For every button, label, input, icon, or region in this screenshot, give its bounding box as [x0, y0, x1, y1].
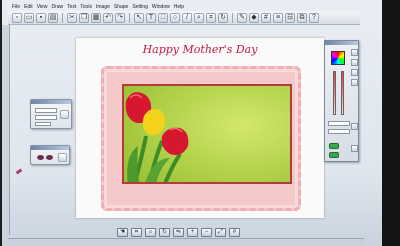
paste-icon[interactable]: ▦	[91, 12, 101, 23]
fill-option-icon[interactable]	[351, 69, 358, 76]
shape-tool-icon[interactable]: □	[158, 12, 168, 23]
pointer-icon[interactable]: ↖	[134, 12, 144, 23]
property-field-2[interactable]	[35, 115, 57, 120]
ok-button[interactable]	[329, 143, 339, 149]
color-picker-swatch[interactable]	[331, 51, 345, 65]
panel-apply-icon[interactable]	[60, 110, 69, 119]
reset-icon[interactable]	[351, 123, 358, 130]
save-icon[interactable]: ▪	[36, 12, 46, 23]
panel-title-bar[interactable]	[31, 146, 69, 150]
eye-icon	[37, 155, 44, 160]
color-tool-icon[interactable]	[351, 49, 358, 56]
rotate-icon[interactable]: ↻	[218, 12, 228, 23]
color-value-field-1[interactable]	[328, 121, 350, 126]
properties-panel	[30, 99, 72, 129]
toolbar-separator	[129, 12, 130, 23]
apply-button[interactable]	[329, 152, 339, 158]
property-field-1[interactable]	[35, 108, 57, 113]
panel-title-bar[interactable]	[325, 41, 358, 45]
copy-icon[interactable]: ❐	[79, 12, 89, 23]
menu-setting[interactable]: Setting	[132, 4, 148, 11]
menu-help[interactable]: Help	[174, 4, 184, 11]
layers-icon[interactable]: ≡	[273, 12, 283, 23]
menu-text[interactable]: Text	[67, 4, 76, 11]
text-tool-icon[interactable]: T	[146, 12, 156, 23]
grid-toggle-icon[interactable]: #	[229, 227, 240, 237]
line-tool-icon[interactable]: /	[182, 12, 192, 23]
zoom-out-icon[interactable]: −	[201, 227, 212, 237]
brightness-icon[interactable]: ☼	[145, 227, 156, 237]
menu-bar: File Edit View Draw Text Tools Image Sha…	[8, 4, 238, 11]
fit-page-icon[interactable]: ⤢	[215, 227, 226, 237]
gradient-tool-icon[interactable]	[351, 59, 358, 66]
pen-tool-icon[interactable]: ✎	[237, 12, 247, 23]
help-icon[interactable]: ?	[309, 12, 319, 23]
color-value-field-2[interactable]	[328, 129, 350, 134]
eye-icon	[46, 155, 53, 160]
undo-icon[interactable]: ↶	[103, 12, 113, 23]
property-field-3[interactable]	[35, 122, 51, 126]
menu-image[interactable]: Image	[96, 4, 110, 11]
menu-window[interactable]: Window	[152, 4, 170, 11]
tulip-illustration	[124, 86, 290, 182]
left-ruler	[2, 25, 10, 235]
open-folder-icon[interactable]: ▭	[24, 12, 34, 23]
fill-tool-icon[interactable]: ◆	[249, 12, 259, 23]
grid-icon[interactable]: #	[261, 12, 271, 23]
menu-tools[interactable]: Tools	[80, 4, 92, 11]
menu-draw[interactable]: Draw	[51, 4, 63, 11]
alpha-slider[interactable]	[341, 71, 344, 115]
menu-shape[interactable]: Shape	[114, 4, 128, 11]
close-icon[interactable]	[351, 145, 358, 152]
menu-file[interactable]: File	[12, 4, 20, 11]
status-bar	[8, 238, 364, 246]
tulip-photo[interactable]	[122, 84, 292, 184]
preview-panel	[30, 145, 70, 165]
photo-frame[interactable]	[101, 66, 301, 211]
toolbar-separator	[232, 12, 233, 23]
new-file-icon[interactable]: ▫	[12, 12, 22, 23]
brush-icon[interactable]	[15, 168, 23, 175]
crop-icon[interactable]: ⌗	[131, 227, 142, 237]
group-icon[interactable]: ⧉	[297, 12, 307, 23]
menu-edit[interactable]: Edit	[24, 4, 33, 11]
bottom-toolbar: ☚ ⌗ ☼ ↻ ⇋ + − ⤢ #	[117, 226, 267, 238]
crop-icon[interactable]: ⌗	[206, 12, 216, 23]
red-slider[interactable]	[333, 71, 336, 115]
align-icon[interactable]: ⊟	[285, 12, 295, 23]
color-panel	[324, 40, 359, 162]
panel-title-bar[interactable]	[31, 100, 71, 104]
page-title[interactable]: Happy Mother's Day	[76, 43, 324, 56]
zoom-in-icon[interactable]: +	[187, 227, 198, 237]
preview-toggle-icon[interactable]	[58, 153, 67, 162]
ellipse-tool-icon[interactable]: ○	[170, 12, 180, 23]
canvas-page[interactable]: Happy Mother's Day	[76, 38, 324, 218]
print-icon[interactable]: ▤	[48, 12, 58, 23]
redo-icon[interactable]: ↷	[115, 12, 125, 23]
toolbar: ▫ ▭ ▪ ▤ ✂ ❐ ▦ ↶ ↷ ↖ T □ ○ / ⌕ ⌗ ↻ ✎ ◆ # …	[8, 11, 360, 25]
toolbar-separator	[62, 12, 63, 23]
screen: File Edit View Draw Text Tools Image Sha…	[0, 0, 400, 246]
cut-icon[interactable]: ✂	[67, 12, 77, 23]
rotate-icon[interactable]: ↻	[159, 227, 170, 237]
flip-icon[interactable]: ⇋	[173, 227, 184, 237]
zoom-icon[interactable]: ⌕	[194, 12, 204, 23]
menu-view[interactable]: View	[37, 4, 48, 11]
hand-icon[interactable]: ☚	[117, 227, 128, 237]
stroke-option-icon[interactable]	[351, 79, 358, 86]
